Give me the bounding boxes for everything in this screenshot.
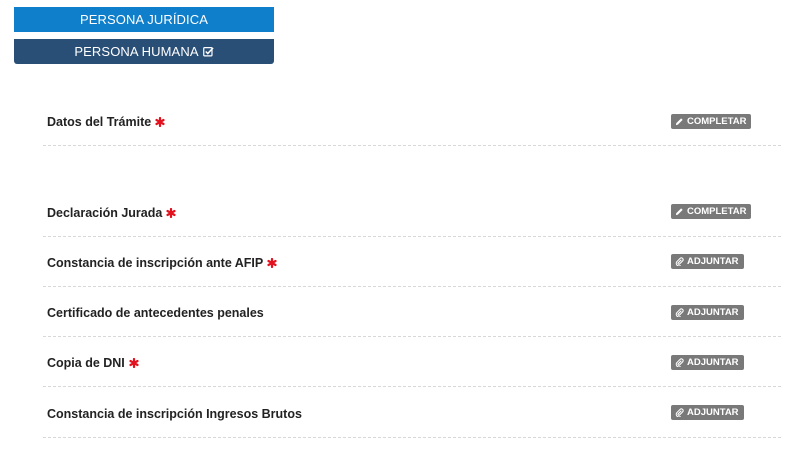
tab-persona-humana[interactable]: PERSONA HUMANA: [14, 39, 274, 64]
row-label-declaracion-jurada: Declaración Jurada: [47, 206, 176, 220]
row-label-copia-dni: Copia de DNI: [47, 356, 139, 370]
adjuntar-button[interactable]: ADJUNTAR: [671, 254, 744, 269]
adjuntar-button[interactable]: ADJUNTAR: [671, 305, 744, 320]
list-item: Certificado de antecedentes penales ADJU…: [43, 295, 781, 337]
required-asterisk-icon: [155, 117, 165, 127]
paperclip-icon: [675, 408, 684, 417]
checkbox-checked-icon: [202, 46, 214, 57]
pencil-icon: [675, 207, 684, 216]
list-item: Declaración Jurada COMPLETAR: [43, 195, 781, 237]
list-item: Constancia de inscripción Ingresos Bruto…: [43, 395, 781, 438]
required-asterisk-icon: [129, 358, 139, 368]
paperclip-icon: [675, 308, 684, 317]
paperclip-icon: [675, 257, 684, 266]
required-asterisk-icon: [166, 208, 176, 218]
row-label-ingresos-brutos: Constancia de inscripción Ingresos Bruto…: [47, 407, 302, 421]
row-label-constancia-afip: Constancia de inscripción ante AFIP: [47, 256, 277, 270]
tab-persona-juridica-label: PERSONA JURÍDICA: [79, 12, 208, 27]
row-label-datos-tramite: Datos del Trámite: [47, 115, 165, 129]
tab-persona-juridica[interactable]: PERSONA JURÍDICA: [14, 7, 274, 32]
list-item: Constancia de inscripción ante AFIP ADJU…: [43, 245, 781, 287]
list-item: Datos del Trámite COMPLETAR: [43, 104, 781, 146]
row-label-certificado-antecedentes: Certificado de antecedentes penales: [47, 306, 264, 320]
adjuntar-button[interactable]: ADJUNTAR: [671, 355, 744, 370]
completar-button[interactable]: COMPLETAR: [671, 204, 752, 219]
tab-persona-humana-label: PERSONA HUMANA: [74, 44, 199, 59]
paperclip-icon: [675, 358, 684, 367]
adjuntar-button[interactable]: ADJUNTAR: [671, 405, 744, 420]
pencil-icon: [675, 117, 684, 126]
completar-button[interactable]: COMPLETAR: [671, 114, 752, 129]
list-item: Copia de DNI ADJUNTAR: [43, 345, 781, 387]
required-asterisk-icon: [267, 258, 277, 268]
